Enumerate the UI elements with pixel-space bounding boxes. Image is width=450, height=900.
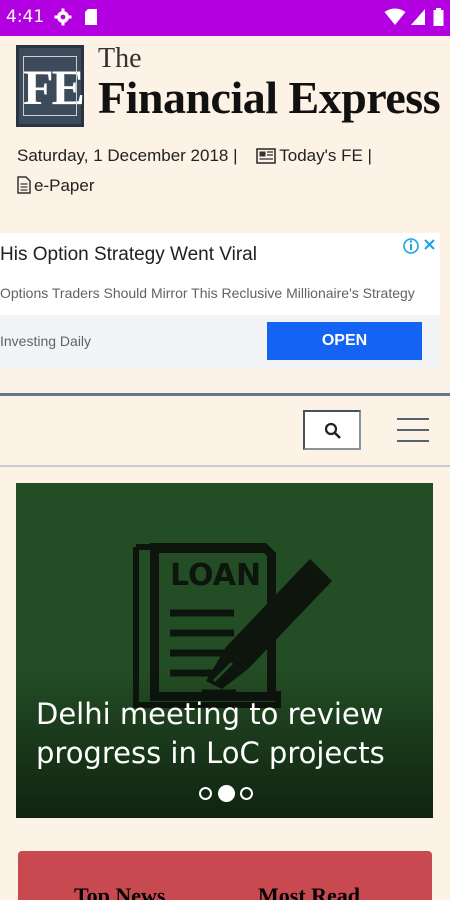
adchoices-icon[interactable]	[403, 236, 439, 261]
todays-fe-label: Today's FE |	[279, 146, 372, 165]
tab-top-news[interactable]: Top News	[74, 883, 166, 900]
ad-title[interactable]: His Option Strategy Went Viral	[0, 244, 257, 266]
status-bar: 4:41	[0, 0, 450, 36]
hamburger-menu-icon[interactable]	[397, 413, 429, 447]
carousel-headline[interactable]: Delhi meeting to review progress in LoC …	[36, 695, 426, 773]
ad-footer: Investing Daily OPEN	[0, 315, 440, 369]
carousel-dot-3[interactable]	[240, 787, 253, 800]
search-icon	[324, 422, 341, 439]
sim-card-icon	[84, 8, 98, 31]
masthead[interactable]: FE The Financial Express	[16, 43, 441, 129]
ad-open-button[interactable]: OPEN	[267, 322, 422, 360]
carousel-dot-1[interactable]	[199, 787, 212, 800]
dateline: Saturday, 1 December 2018 | Today's FE |	[17, 146, 372, 166]
document-icon	[17, 176, 31, 194]
nav-divider-top	[0, 393, 450, 396]
date-text: Saturday, 1 December 2018 |	[17, 146, 238, 165]
carousel-dot-2[interactable]	[218, 785, 235, 802]
search-button[interactable]	[303, 410, 361, 450]
news-tabs: Top News Most Read	[18, 851, 432, 900]
carousel-dots	[199, 784, 259, 804]
battery-icon	[433, 8, 444, 31]
status-time: 4:41	[6, 7, 45, 27]
epaper-label: e-Paper	[34, 176, 95, 195]
newspaper-icon	[256, 148, 277, 164]
tab-most-read[interactable]: Most Read	[258, 883, 360, 900]
fe-logo-text: FE	[23, 59, 85, 115]
masthead-title: Financial Express	[98, 72, 441, 123]
loan-label: LOAN	[170, 558, 261, 593]
todays-fe-link[interactable]: Today's FE |	[256, 146, 372, 166]
nav-divider-bottom	[0, 465, 450, 467]
epaper-link[interactable]: e-Paper	[17, 176, 94, 196]
ad-description[interactable]: Options Traders Should Mirror This Reclu…	[0, 285, 415, 301]
gear-icon	[54, 8, 72, 31]
signal-icon	[410, 8, 426, 31]
wifi-icon	[384, 8, 406, 31]
fe-logo[interactable]: FE	[16, 45, 85, 127]
news-carousel[interactable]: LOAN Delhi meeting to review progress in…	[16, 483, 433, 818]
ad-banner[interactable]: His Option Strategy Went Viral Options T…	[0, 233, 440, 369]
ad-source: Investing Daily	[0, 333, 92, 349]
